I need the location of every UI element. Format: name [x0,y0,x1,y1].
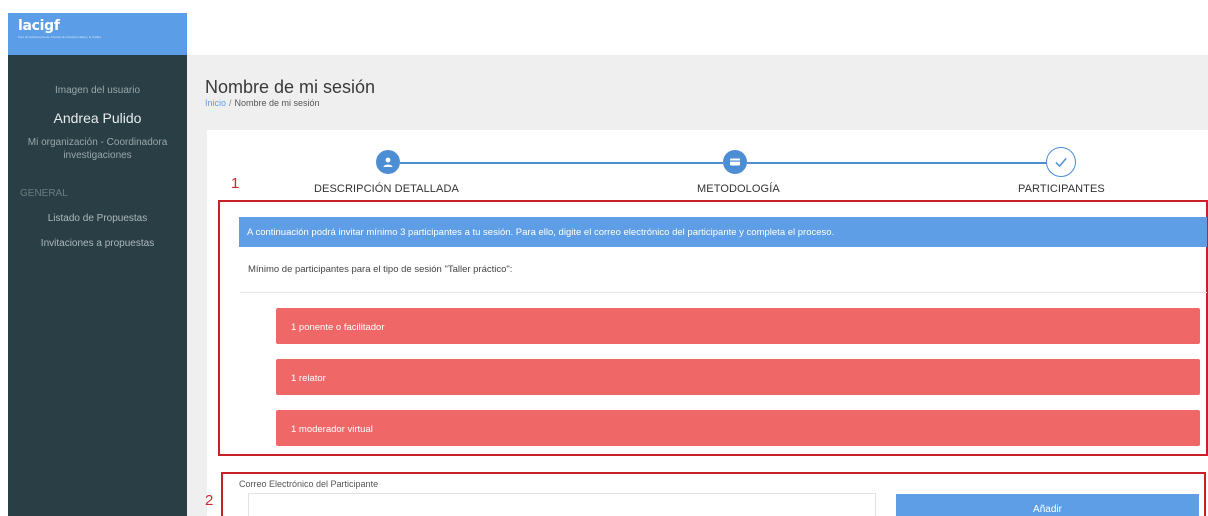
breadcrumb-home-link[interactable]: Inicio [205,98,226,108]
divider [240,292,1207,293]
page-title: Nombre de mi sesión [205,77,376,97]
breadcrumb-separator: / [229,98,232,108]
annotation-marker-1: 1 [231,175,240,192]
add-participant-button[interactable]: Añadir [896,494,1199,516]
role-item-ponente: 1 ponente o facilitador [276,308,1200,344]
sidebar-section-general: GENERAL [20,188,68,199]
stepper-line-2 [747,162,1049,164]
email-field-label: Correo Electrónico del Participante [239,479,379,489]
role-item-moderador: 1 moderador virtual [276,410,1200,446]
check-icon [1055,157,1067,168]
user-block: Imagen del usuario Andrea Pulido Mi orga… [8,55,187,162]
step-1-circle[interactable] [376,150,400,174]
breadcrumb: Inicio / Nombre de mi sesión [205,98,320,108]
user-name: Andrea Pulido [53,110,142,126]
minimum-participants-label: Mínimo de participantes para el tipo de … [248,264,513,275]
sidebar-item-invitaciones[interactable]: Invitaciones a propuestas [8,238,187,249]
stepper-line-1 [400,162,723,164]
logo-bar[interactable]: lacigf Foro de Gobernanza de Internet de… [8,13,187,55]
app-logo[interactable]: lacigf [18,18,177,34]
annotation-marker-2: 2 [205,492,214,509]
app-logo-subtext: Foro de Gobernanza de Internet de Améric… [18,35,101,39]
step-2-circle[interactable] [723,150,747,174]
step-3-circle[interactable] [1046,147,1076,177]
user-icon [383,157,393,167]
sidebar: lacigf Foro de Gobernanza de Internet de… [8,13,187,516]
role-item-relator: 1 relator [276,359,1200,395]
breadcrumb-current: Nombre de mi sesión [234,98,320,108]
step-3-label: PARTICIPANTES [1018,183,1105,195]
step-2-label: METODOLOGÍA [697,183,780,195]
info-banner: A continuación podrá invitar mínimo 3 pa… [239,217,1207,247]
email-field[interactable] [248,493,876,516]
sidebar-item-listado-propuestas[interactable]: Listado de Propuestas [8,213,187,224]
page: lacigf Foro de Gobernanza de Internet de… [0,0,1208,516]
user-organization: Mi organización - Coordinadora investiga… [27,137,168,161]
top-bar [187,13,1208,55]
user-image-placeholder: Imagen del usuario [54,85,141,96]
step-1-label: DESCRIPCIÓN DETALLADA [314,183,459,195]
card-icon [730,158,740,166]
